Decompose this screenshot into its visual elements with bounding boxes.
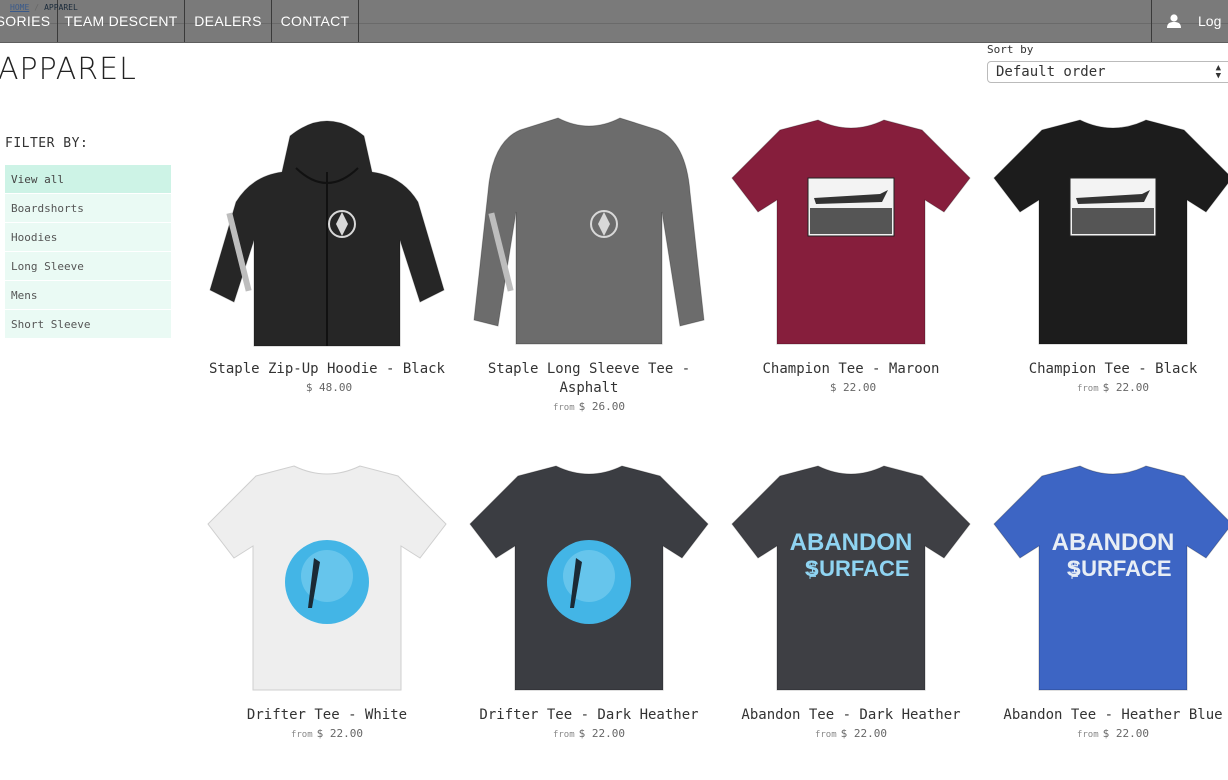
breadcrumb: HOME / APPAREL	[10, 3, 78, 12]
page-title: APPAREL	[0, 52, 137, 87]
product-price: $ 22.00	[840, 727, 888, 740]
sort-label: Sort by	[987, 43, 1034, 56]
product-price: $ 22.00	[1102, 381, 1150, 394]
login-label: Log	[1198, 13, 1222, 29]
breadcrumb-separator: /	[34, 3, 40, 12]
product-card[interactable]: Staple Zip-Up Hoodie - Black $ 48.00	[196, 112, 458, 394]
nav-item-contact[interactable]: CONTACT	[271, 0, 359, 42]
product-price-row: from $ 26.00	[458, 400, 720, 413]
filter-item-hoodies[interactable]: Hoodies	[5, 223, 171, 251]
user-icon	[1167, 14, 1181, 28]
product-card[interactable]: Champion Tee - Black from $ 22.00	[982, 112, 1228, 394]
price-from-label: from	[552, 403, 575, 413]
svg-text:THE: THE	[1070, 561, 1080, 579]
filter-item-mens[interactable]: Mens	[5, 281, 171, 309]
product-image[interactable]: ABANDON SURFACE THE	[720, 458, 982, 698]
filter-item-long-sleeve[interactable]: Long Sleeve	[5, 252, 171, 280]
product-image[interactable]	[458, 458, 720, 698]
top-nav-bar: SORIES TEAM DESCENT DEALERS CONTACT Log	[0, 0, 1228, 43]
abandon-text-print: ABANDON	[790, 529, 913, 556]
product-price: $ 26.00	[578, 400, 626, 413]
product-card[interactable]: ABANDON SURFACE THE Abandon Tee - Dark Hea…	[720, 458, 982, 740]
product-card[interactable]: Drifter Tee - Dark Heather from $ 22.00	[458, 458, 720, 740]
product-image[interactable]	[196, 458, 458, 698]
product-name[interactable]: Champion Tee - Black	[982, 360, 1228, 379]
product-name[interactable]: Abandon Tee - Heather Blue	[982, 706, 1228, 725]
filter-list: View all Boardshorts Hoodies Long Sleeve…	[5, 165, 171, 339]
product-image[interactable]	[982, 112, 1228, 352]
price-from-label: from	[1076, 730, 1099, 740]
product-price: $ 22.00	[578, 727, 626, 740]
product-price-row: $ 48.00	[196, 381, 458, 394]
abandon-text-print: ABANDON	[1052, 529, 1175, 556]
product-name[interactable]: Drifter Tee - Dark Heather	[458, 706, 720, 725]
product-name[interactable]: Staple Zip-Up Hoodie - Black	[196, 360, 458, 379]
product-price-row: from $ 22.00	[196, 727, 458, 740]
price-from-label: from	[552, 730, 575, 740]
product-name[interactable]: Drifter Tee - White	[196, 706, 458, 725]
product-price-row: from $ 22.00	[982, 727, 1228, 740]
product-card[interactable]: Champion Tee - Maroon $ 22.00	[720, 112, 982, 394]
login-link[interactable]: Log	[1151, 0, 1228, 42]
sort-selected-value: Default order	[996, 64, 1106, 80]
price-from-label: from	[1076, 384, 1099, 394]
product-price-row: from $ 22.00	[458, 727, 720, 740]
filter-item-view-all[interactable]: View all	[5, 165, 171, 193]
product-image[interactable]	[720, 112, 982, 352]
filter-item-boardshorts[interactable]: Boardshorts	[5, 194, 171, 222]
product-image[interactable]	[196, 112, 458, 352]
product-price-row: $ 22.00	[720, 381, 982, 394]
product-price: $ 22.00	[829, 381, 877, 394]
product-price-row: from $ 22.00	[982, 381, 1228, 394]
product-image[interactable]: ABANDON SURFACE THE	[982, 458, 1228, 698]
product-card[interactable]: Drifter Tee - White from $ 22.00	[196, 458, 458, 740]
filter-title: FILTER BY:	[5, 136, 89, 151]
svg-text:SURFACE: SURFACE	[804, 556, 909, 581]
product-image[interactable]	[458, 112, 720, 352]
product-price: $ 48.00	[305, 381, 353, 394]
sort-select[interactable]: Default order ▲ ▼	[987, 61, 1228, 83]
product-name[interactable]: Abandon Tee - Dark Heather	[720, 706, 982, 725]
product-card[interactable]: ABANDON SURFACE THE Abandon Tee - Heather …	[982, 458, 1228, 740]
breadcrumb-home-link[interactable]: HOME	[10, 3, 29, 12]
breadcrumb-current: APPAREL	[44, 3, 78, 12]
product-price-row: from $ 22.00	[720, 727, 982, 740]
product-name[interactable]: Champion Tee - Maroon	[720, 360, 982, 379]
svg-text:THE: THE	[808, 561, 818, 579]
product-name[interactable]: Staple Long Sleeve Tee - Asphalt	[458, 360, 720, 398]
price-from-label: from	[290, 730, 313, 740]
product-card[interactable]: Staple Long Sleeve Tee - Asphalt from $ 2…	[458, 112, 720, 413]
price-from-label: from	[814, 730, 837, 740]
nav-item-dealers[interactable]: DEALERS	[184, 0, 272, 42]
sort-arrows-icon: ▲ ▼	[1215, 63, 1221, 81]
filter-item-short-sleeve[interactable]: Short Sleeve	[5, 310, 171, 338]
svg-text:SURFACE: SURFACE	[1066, 556, 1171, 581]
product-price: $ 22.00	[316, 727, 364, 740]
product-price: $ 22.00	[1102, 727, 1150, 740]
